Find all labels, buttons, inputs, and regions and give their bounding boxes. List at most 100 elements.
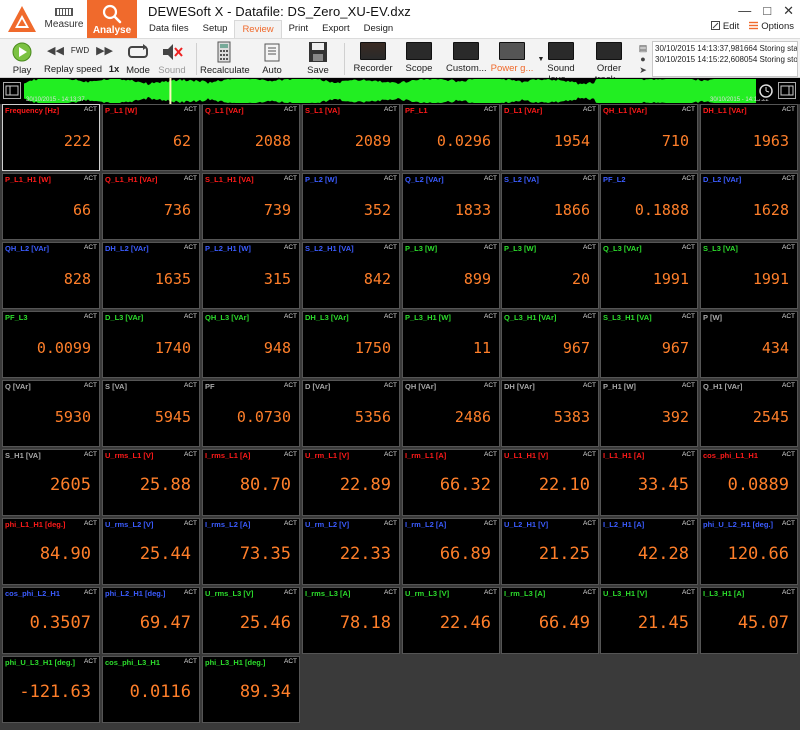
meter-cell[interactable]: S [VA] ACT 5945 (102, 380, 200, 447)
play-button[interactable]: Play (6, 41, 38, 76)
meter-cell[interactable]: P_L3 [W] ACT 20 (501, 242, 599, 309)
meter-cell[interactable]: QH_L2 [VAr] ACT 828 (2, 242, 100, 309)
meter-cell[interactable]: I_rm_L2 [A] ACT 66.89 (402, 518, 500, 585)
meter-cell[interactable]: QH_L3 [VAr] ACT 948 (202, 311, 300, 378)
meter-cell[interactable]: P_L2_H1 [W] ACT 315 (202, 242, 300, 309)
tab-design[interactable]: Design (357, 20, 401, 38)
meter-cell[interactable]: P_H1 [W] ACT 392 (600, 380, 698, 447)
meter-cell[interactable]: U_L3_H1 [V] ACT 21.45 (600, 587, 698, 654)
meter-cell[interactable]: I_rms_L1 [A] ACT 80.70 (202, 449, 300, 516)
meter-cell[interactable]: S_L2_H1 [VA] ACT 842 (302, 242, 400, 309)
meter-cell[interactable]: P_L3_H1 [W] ACT 11 (402, 311, 500, 378)
meter-cell[interactable]: phi_U_L2_H1 [deg.] ACT 120.66 (700, 518, 798, 585)
measure-button[interactable]: Measure (42, 0, 86, 38)
scope-button[interactable]: Scope (402, 41, 436, 74)
tab-print[interactable]: Print (282, 20, 316, 38)
meter-cell[interactable]: P_L2 [W] ACT 352 (302, 173, 400, 240)
waveform-overview[interactable]: 30/10/2015 - 14:13:37 30/10/2015 - 14:15… (0, 78, 800, 104)
meter-cell[interactable]: P_L3 [W] ACT 899 (402, 242, 500, 309)
analyse-button[interactable]: Analyse (87, 0, 137, 38)
meter-cell[interactable]: U_rms_L1 [V] ACT 25.88 (102, 449, 200, 516)
meter-cell[interactable]: U_rms_L2 [V] ACT 25.44 (102, 518, 200, 585)
meter-cell[interactable]: DH_L3 [VAr] ACT 1750 (302, 311, 400, 378)
meter-cell[interactable]: S_L3_H1 [VA] ACT 967 (600, 311, 698, 378)
meter-cell[interactable]: phi_L3_H1 [deg.] ACT 89.34 (202, 656, 300, 723)
meter-cell[interactable]: S_L3 [VA] ACT 1991 (700, 242, 798, 309)
meter-cell[interactable]: PF_L2 ACT 0.1888 (600, 173, 698, 240)
cursor-icon[interactable]: ➤ (638, 65, 648, 76)
meter-cell[interactable]: D_L3 [VAr] ACT 1740 (102, 311, 200, 378)
meter-cell[interactable]: U_rm_L2 [V] ACT 22.33 (302, 518, 400, 585)
meter-cell[interactable]: U_rm_L3 [V] ACT 22.46 (402, 587, 500, 654)
recorder-button[interactable]: Recorder (352, 41, 394, 74)
meter-cell[interactable]: U_L1_H1 [V] ACT 22.10 (501, 449, 599, 516)
meter-cell[interactable]: Q_L1 [VAr] ACT 2088 (202, 104, 300, 171)
meter-cell[interactable]: I_rms_L2 [A] ACT 73.35 (202, 518, 300, 585)
meter-cell[interactable]: D_L2 [VAr] ACT 1628 (700, 173, 798, 240)
meter-cell[interactable]: phi_L2_H1 [deg.] ACT 69.47 (102, 587, 200, 654)
rewind-icon[interactable]: ◀◀ (47, 44, 64, 57)
meter-cell[interactable]: Q [VAr] ACT 5930 (2, 380, 100, 447)
options-link[interactable]: Options (749, 21, 794, 32)
meter-cell[interactable]: S_L2 [VA] ACT 1866 (501, 173, 599, 240)
meter-cell[interactable]: DH [VAr] ACT 5383 (501, 380, 599, 447)
meter-cell[interactable]: Q_H1 [VAr] ACT 2545 (700, 380, 798, 447)
meter-cell[interactable]: Q_L3 [VAr] ACT 1991 (600, 242, 698, 309)
mode-button[interactable]: Mode (124, 41, 152, 76)
meter-cell[interactable]: DH_L1 [VAr] ACT 1963 (700, 104, 798, 171)
edit-link[interactable]: Edit (710, 21, 739, 32)
meter-cell[interactable]: P_L1 [W] ACT 62 (102, 104, 200, 171)
meter-cell[interactable]: U_rm_L1 [V] ACT 22.89 (302, 449, 400, 516)
meter-cell[interactable]: phi_U_L3_H1 [deg.] ACT -121.63 (2, 656, 100, 723)
meter-cell[interactable]: phi_L1_H1 [deg.] ACT 84.90 (2, 518, 100, 585)
meter-cell[interactable]: QH_L1 [VAr] ACT 710 (600, 104, 698, 171)
save-button[interactable]: Save (304, 41, 332, 76)
meter-cell[interactable]: Frequency [Hz] ACT 222 (2, 104, 100, 171)
tab-review[interactable]: Review (234, 20, 282, 38)
close-icon[interactable]: ✕ (783, 3, 794, 19)
meter-cell[interactable]: S_H1 [VA] ACT 2605 (2, 449, 100, 516)
overview-left-button[interactable] (3, 82, 21, 99)
meter-cell[interactable]: cos_phi_L2_H1 ACT 0.3507 (2, 587, 100, 654)
recalculate-button[interactable]: Recalculate (200, 41, 250, 76)
meter-cell[interactable]: P [W] ACT 434 (700, 311, 798, 378)
notes-icon[interactable]: ▤ (638, 43, 648, 54)
meter-cell[interactable]: PF_L1 ACT 0.0296 (402, 104, 500, 171)
meter-cell[interactable]: Q_L2 [VAr] ACT 1833 (402, 173, 500, 240)
meter-cell[interactable]: Q_L1_H1 [VAr] ACT 736 (102, 173, 200, 240)
meter-cell[interactable]: PF ACT 0.0730 (202, 380, 300, 447)
meter-cell[interactable]: QH [VAr] ACT 2486 (402, 380, 500, 447)
meter-cell[interactable]: I_rm_L3 [A] ACT 66.49 (501, 587, 599, 654)
microphone-icon[interactable]: ● (638, 54, 648, 65)
meter-cell[interactable]: I_rm_L1 [A] ACT 66.32 (402, 449, 500, 516)
meter-cell[interactable]: I_L1_H1 [A] ACT 33.45 (600, 449, 698, 516)
meter-cell[interactable]: U_L2_H1 [V] ACT 21.25 (501, 518, 599, 585)
meter-cell[interactable]: D [VAr] ACT 5356 (302, 380, 400, 447)
meter-cell[interactable]: Q_L3_H1 [VAr] ACT 967 (501, 311, 599, 378)
maximize-icon[interactable]: □ (763, 3, 771, 19)
meter-cell[interactable]: D_L1 [VAr] ACT 1954 (501, 104, 599, 171)
meter-cell[interactable]: P_L1_H1 [W] ACT 66 (2, 173, 100, 240)
tab-setup[interactable]: Setup (196, 20, 235, 38)
sound-button[interactable]: Sound (156, 41, 188, 76)
power-button[interactable]: Power g... (490, 41, 534, 74)
meter-cell[interactable]: I_L3_H1 [A] ACT 45.07 (700, 587, 798, 654)
clock-button[interactable] (757, 82, 775, 99)
meter-cell[interactable]: PF_L3 ACT 0.0099 (2, 311, 100, 378)
fast-forward-icon[interactable]: ▶▶ (96, 44, 113, 57)
overview-right-button[interactable] (778, 82, 796, 99)
replay-speed-control[interactable]: ◀◀ FWD ▶▶ Replay speed 1x (44, 41, 119, 76)
tab-export[interactable]: Export (315, 20, 356, 38)
meter-cell[interactable]: cos_phi_L3_H1 ACT 0.0116 (102, 656, 200, 723)
meter-cell[interactable]: U_rms_L3 [V] ACT 25.46 (202, 587, 300, 654)
meter-cell[interactable]: cos_phi_L1_H1 ACT 0.0889 (700, 449, 798, 516)
tab-data-files[interactable]: Data files (142, 20, 196, 38)
meter-cell[interactable]: S_L1_H1 [VA] ACT 739 (202, 173, 300, 240)
meter-cell[interactable]: S_L1 [VA] ACT 2089 (302, 104, 400, 171)
minimize-icon[interactable]: — (738, 3, 751, 19)
meter-cell[interactable]: DH_L2 [VAr] ACT 1635 (102, 242, 200, 309)
meter-cell[interactable]: I_rms_L3 [A] ACT 78.18 (302, 587, 400, 654)
custom-button[interactable]: Custom... (446, 41, 487, 74)
event-log[interactable]: 30/10/2015 14:13:37,981664 Storing start… (652, 41, 798, 77)
meter-cell[interactable]: I_L2_H1 [A] ACT 42.28 (600, 518, 698, 585)
